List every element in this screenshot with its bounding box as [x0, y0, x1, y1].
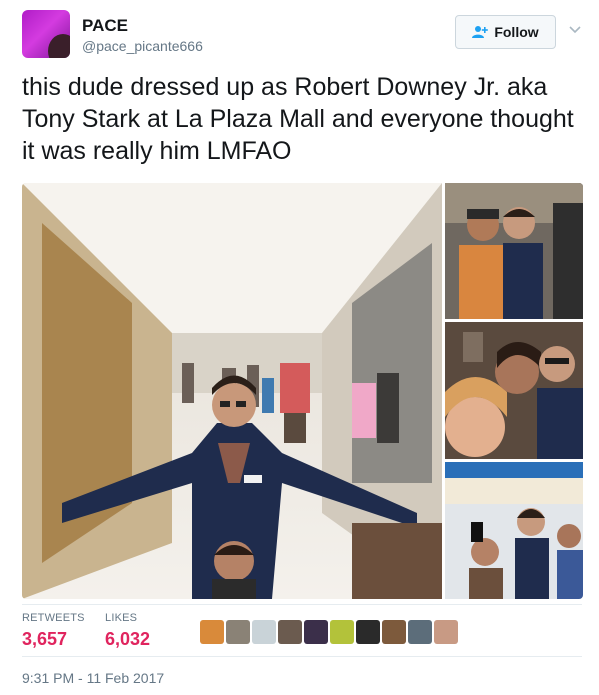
follow-label: Follow [494, 24, 539, 40]
selfie-photo-3[interactable] [445, 462, 583, 599]
liker-avatar[interactable] [382, 620, 406, 644]
liker-avatar[interactable] [226, 620, 250, 644]
liker-avatar[interactable] [434, 620, 458, 644]
retweets-count: 3,657 [22, 629, 68, 649]
liker-avatar[interactable] [356, 620, 380, 644]
mall-photo[interactable] [22, 183, 442, 599]
retweets-stat[interactable]: RETWEETS 3,657 [22, 612, 85, 650]
liker-avatar[interactable] [252, 620, 276, 644]
liker-avatar[interactable] [330, 620, 354, 644]
user-name[interactable]: PACE [82, 16, 128, 36]
user-handle[interactable]: @pace_picante666 [82, 38, 203, 54]
tweet-stats: RETWEETS 3,657 LIKES 6,032 [22, 612, 582, 652]
tweet-header: PACE @pace_picante666 Follow [22, 10, 582, 60]
avatar[interactable] [22, 10, 70, 58]
likes-count: 6,032 [105, 629, 151, 649]
tweet-text: this dude dressed up as Robert Downey Jr… [22, 73, 574, 165]
follow-button[interactable]: Follow [455, 15, 556, 49]
chevron-down-icon[interactable] [568, 22, 582, 36]
likes-stat[interactable]: LIKES 6,032 [105, 612, 150, 650]
selfie-photo-1[interactable] [445, 183, 583, 319]
liker-avatar[interactable] [304, 620, 328, 644]
timestamp[interactable]: 9:31 PM - 11 Feb 2017 [22, 670, 164, 686]
retweets-label: RETWEETS [22, 612, 85, 624]
likes-label: LIKES [105, 612, 138, 624]
liker-avatar[interactable] [408, 620, 432, 644]
media-grid [22, 183, 583, 599]
liker-avatar[interactable] [200, 620, 224, 644]
divider [22, 656, 582, 657]
selfie-photo-2[interactable] [445, 322, 583, 459]
liker-avatar[interactable] [278, 620, 302, 644]
liker-avatars [200, 620, 458, 644]
divider [22, 604, 582, 605]
add-user-icon [472, 26, 489, 38]
